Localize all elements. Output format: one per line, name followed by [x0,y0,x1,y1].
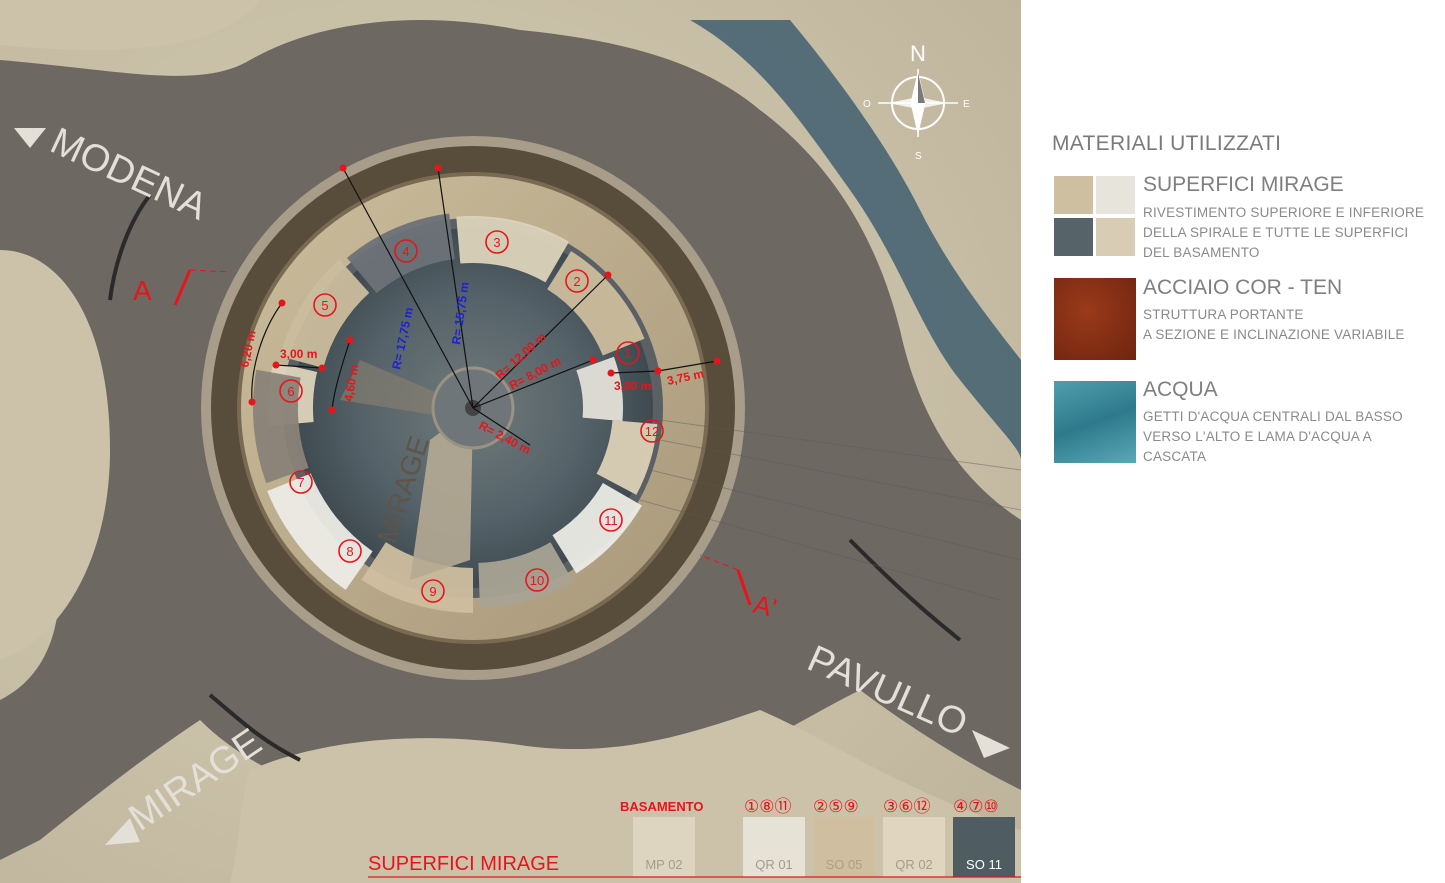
segment-badge-4: 4 [402,244,409,259]
basamento-label: BASAMENTO [620,799,704,814]
segment-badge-7: 7 [297,475,304,490]
legend-desc-mirage-line2: DELLA SPIRALE E TUTTE LE SUPERFICI [1143,225,1409,240]
legend-heading-mirage: SUPERFICI MIRAGE [1143,173,1344,196]
swatch-label-so11: SO 11 [966,857,1002,872]
swatch-mirage-grey [1054,218,1093,256]
swatch-label-qr02: QR 02 [895,857,933,872]
legend-desc-mirage: RIVESTIMENTO SUPERIORE E INFERIORE DELLA… [1143,203,1424,263]
compass-e: E [963,99,970,110]
legend-desc-corten: STRUTTURA PORTANTE A SEZIONE E INCLINAZI… [1143,305,1405,345]
legend-desc-acqua-line3: CASCATA [1143,449,1207,464]
swatch-label-so05: SO 05 [826,857,863,872]
segment-badge-12: 12 [645,424,659,439]
segment-badge-3: 3 [493,235,500,250]
legend-desc-mirage-line1: RIVESTIMENTO SUPERIORE E INFERIORE [1143,205,1425,220]
compass-n: N [910,41,926,66]
group-2-5-9: ②⑤⑨ [813,797,859,816]
compass-s: S [915,151,922,162]
segment-badge-1: 1 [624,346,631,361]
materials-legend: MATERIALI UTILIZZATI SUPERFICI MIRAGE RI… [1021,0,1445,883]
compass-o: O [863,99,871,110]
segment-badge-9: 9 [429,584,436,599]
site-plan: MIRAGE R= 17,75 m R= 15,75 m R= 12,00 m … [0,0,1021,883]
swatch-label-mp02: MP 02 [645,857,682,872]
swatch-mirage-beige [1054,176,1093,214]
group-3-6-12: ③⑥⑫ [883,797,930,816]
legend-desc-acqua-line1: GETTI D'ACQUA CENTRALI DAL BASSO [1143,409,1403,424]
swatch-acqua [1054,381,1136,463]
label-3-00-left: 3,00 m [280,347,317,361]
swatch-mirage-white [1096,176,1135,214]
swatch-label-qr01: QR 01 [755,857,793,872]
legend-desc-corten-line1: STRUTTURA PORTANTE [1143,307,1304,322]
legend-desc-acqua: GETTI D'ACQUA CENTRALI DAL BASSO VERSO L… [1143,407,1403,467]
group-4-7-10: ④⑦⑩ [953,797,999,816]
swatch-corten [1054,278,1136,360]
segment-badge-2: 2 [573,274,580,289]
group-1-8-11: ①⑧⑪ [744,797,791,816]
segment-badge-11: 11 [604,513,618,528]
legend-title: MATERIALI UTILIZZATI [1052,132,1282,155]
section-a-label: A [133,275,152,306]
label-3-00-right: 3,00 m [614,379,651,393]
segment-badge-8: 8 [346,544,353,559]
legend-desc-acqua-line2: VERSO L'ALTO E LAMA D'ACQUA A [1143,429,1372,444]
legend-desc-mirage-line3: DEL BASAMENTO [1143,245,1260,260]
superfici-mirage-title: SUPERFICI MIRAGE [368,853,559,875]
legend-heading-corten: ACCIAIO COR - TEN [1143,276,1343,299]
segment-badge-10: 10 [530,573,544,588]
segment-badge-5: 5 [321,298,328,313]
legend-heading-acqua: ACQUA [1143,378,1218,401]
legend-desc-corten-line2: A SEZIONE E INCLINAZIONE VARIABILE [1143,327,1405,342]
swatch-mirage-cream [1096,218,1135,256]
segment-badge-6: 6 [287,384,294,399]
